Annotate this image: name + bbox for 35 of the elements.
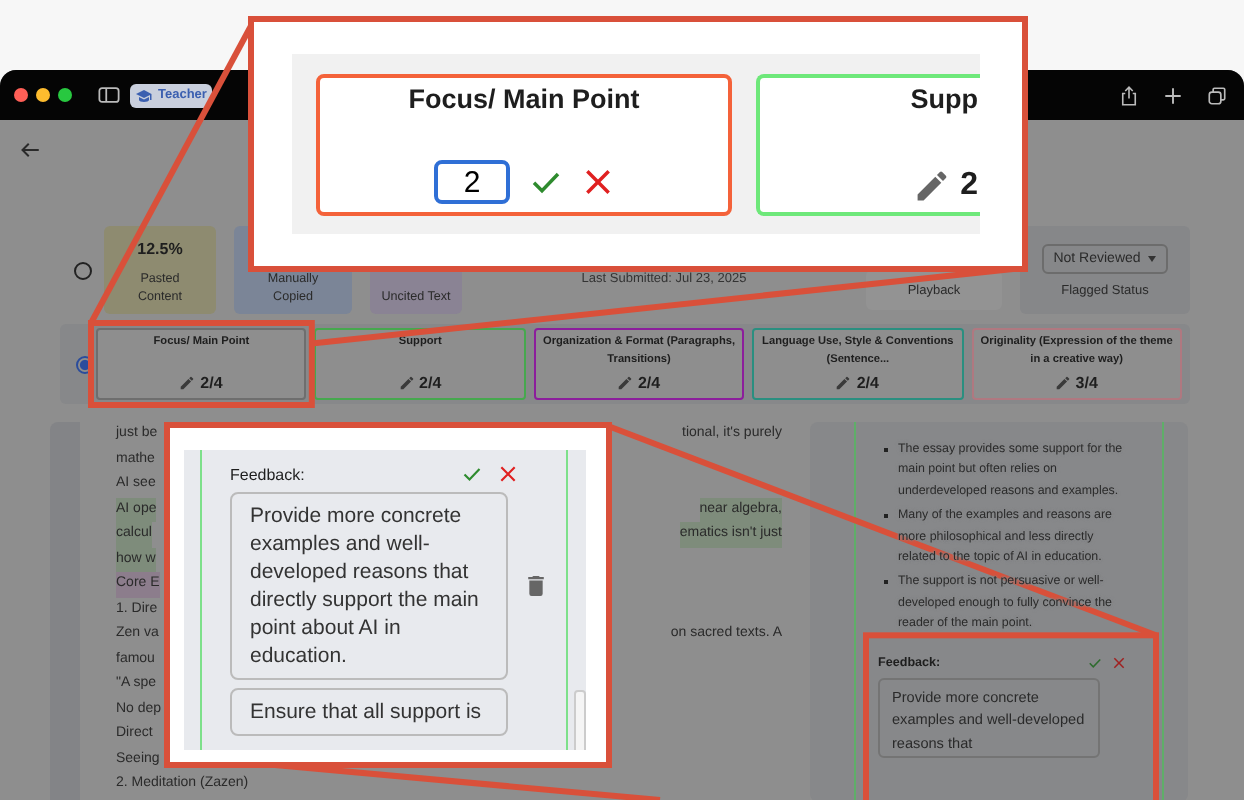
pencil-icon[interactable] [836,376,851,390]
score-input[interactable]: 2 [434,160,510,204]
scrollbar[interactable] [574,690,586,750]
score-text: 2/4 [200,374,223,392]
back-arrow-icon[interactable] [20,140,40,160]
score-text: 3/4 [1075,374,1098,392]
share-icon[interactable] [1120,85,1138,105]
check-icon[interactable] [462,464,483,484]
score-text: 2/4 [637,374,661,392]
feedback-field[interactable]: Provide more concrete examples and well-developed reasons that directly support the main point about AI in education. [230,492,508,680]
rubric-card[interactable]: Supp 2 [756,74,980,216]
close-icon[interactable] [582,166,614,198]
pencil-icon[interactable] [916,170,949,202]
pencil-icon[interactable] [1055,376,1070,390]
criterion-title: Focus/ Main Point [408,84,640,114]
pencil-icon[interactable] [399,376,414,390]
feedback-field[interactable]: Ensure that all support is [230,688,508,736]
feedback-label: Feedback: [230,465,305,483]
close-icon[interactable] [498,464,519,484]
rubric-card[interactable]: Focus/ Main Point 2 [316,74,732,216]
pencil-icon[interactable] [180,376,195,390]
score-text: 2/4 [419,374,442,392]
trash-icon[interactable] [528,576,544,596]
radio-button[interactable] [74,261,92,279]
tabs-icon[interactable] [1208,85,1226,105]
score-text: 2 [960,168,978,204]
caret-icon [1148,255,1157,261]
score-text: 2/4 [856,374,879,392]
check-icon[interactable] [1088,655,1102,670]
sidebar-icon[interactable] [98,86,120,104]
pencil-icon[interactable] [617,376,632,390]
criterion-title: Supp [910,84,978,114]
stat-value: 12.5% [137,240,183,258]
plus-icon[interactable] [1164,85,1182,105]
graduation-cap-icon [136,87,152,103]
